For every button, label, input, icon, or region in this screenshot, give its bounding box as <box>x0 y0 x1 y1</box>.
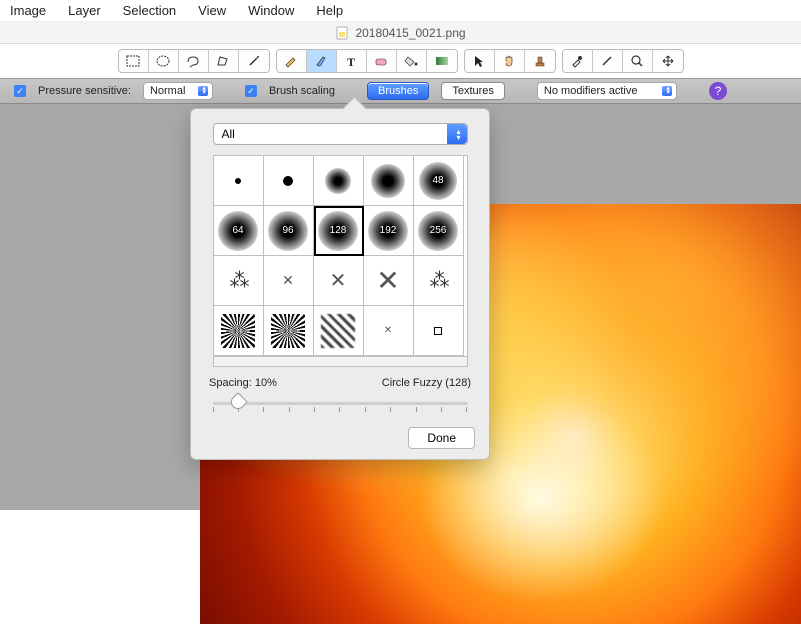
modifiers-select[interactable]: No modifiers active▴▾ <box>537 82 677 100</box>
brush-preview-icon <box>283 176 293 186</box>
brush-cell[interactable] <box>214 306 264 356</box>
brush-cell[interactable]: ✕ <box>364 256 414 306</box>
brush-preview-icon: ✕ <box>330 268 347 293</box>
titlebar: 20180415_0021.png <box>0 22 801 44</box>
brush-preview-icon: ✕ <box>282 272 294 289</box>
brush-tool[interactable] <box>307 50 337 72</box>
brush-grid: 48 6496128192256 ⁂ ✕ ✕ ✕ ⁂ ✕ <box>213 155 468 367</box>
brush-preview-icon <box>221 314 255 348</box>
brush-preview-icon <box>325 168 351 194</box>
menu-layer[interactable]: Layer <box>68 3 101 18</box>
brush-cell[interactable]: ⁂ <box>414 256 464 306</box>
crop-tool[interactable] <box>593 50 623 72</box>
brush-cell[interactable]: 48 <box>414 156 464 206</box>
brush-cell[interactable]: 64 <box>214 206 264 256</box>
brush-preview-icon <box>434 327 442 335</box>
brush-cell[interactable] <box>314 156 364 206</box>
eyedropper-tool[interactable] <box>563 50 593 72</box>
brush-preview-icon: 64 <box>218 211 258 251</box>
menu-help[interactable]: Help <box>316 3 343 18</box>
spacing-slider[interactable] <box>213 393 468 413</box>
brush-cell[interactable] <box>264 306 314 356</box>
brush-preview-icon <box>271 314 305 348</box>
rect-select-tool[interactable] <box>119 50 149 72</box>
stamp-tool[interactable] <box>525 50 555 72</box>
brush-preview-icon: 192 <box>368 211 408 251</box>
brush-cell[interactable] <box>214 156 264 206</box>
lasso-tool[interactable] <box>179 50 209 72</box>
brush-scrollbar[interactable] <box>214 356 467 366</box>
brush-preview-icon: 96 <box>268 211 308 251</box>
brush-preview-icon <box>235 178 241 184</box>
brushes-popover: All▴▾ 48 6496128192256 ⁂ ✕ ✕ ✕ ⁂ ✕ Spacing: 10%… <box>190 108 490 460</box>
paint-tools: T <box>276 49 458 73</box>
svg-text:T: T <box>347 55 355 68</box>
brush-preview-icon <box>371 164 405 198</box>
done-button[interactable]: Done <box>408 427 475 449</box>
menu-selection[interactable]: Selection <box>123 3 176 18</box>
brush-cell[interactable] <box>364 156 414 206</box>
brush-cell[interactable]: 128 <box>314 206 364 256</box>
brush-preview-icon: 48 <box>419 162 457 200</box>
pointer-tool[interactable] <box>465 50 495 72</box>
brush-preview-icon: ✕ <box>384 325 392 336</box>
textures-button[interactable]: Textures <box>441 82 505 100</box>
pressure-label: Pressure sensitive: <box>38 85 131 97</box>
pressure-checkbox[interactable] <box>14 85 26 97</box>
brush-cell[interactable]: ✕ <box>314 256 364 306</box>
document-icon <box>335 26 349 40</box>
menu-window[interactable]: Window <box>248 3 294 18</box>
brush-preview-icon: 256 <box>418 211 458 251</box>
pencil-tool[interactable] <box>277 50 307 72</box>
brush-cell[interactable]: ✕ <box>264 256 314 306</box>
util-tools <box>562 49 684 73</box>
brush-cell[interactable]: ⁂ <box>214 256 264 306</box>
hand-tool[interactable] <box>495 50 525 72</box>
brush-cell[interactable] <box>314 306 364 356</box>
brush-cell[interactable]: 96 <box>264 206 314 256</box>
menu-view[interactable]: View <box>198 3 226 18</box>
spacing-label: Spacing: 10% <box>209 377 277 389</box>
pressure-mode-select[interactable]: Normal▴▾ <box>143 82 213 100</box>
brush-category-select[interactable]: All▴▾ <box>213 123 468 145</box>
brush-cell[interactable] <box>414 306 464 356</box>
wand-tool[interactable] <box>239 50 269 72</box>
brush-preview-icon <box>321 314 355 348</box>
options-bar: Pressure sensitive: Normal▴▾ Brush scali… <box>0 78 801 104</box>
polygon-lasso-tool[interactable] <box>209 50 239 72</box>
menubar: Image Layer Selection View Window Help <box>0 0 801 22</box>
brush-preview-icon: ⁂ <box>430 268 447 293</box>
ellipse-select-tool[interactable] <box>149 50 179 72</box>
menu-image[interactable]: Image <box>10 3 46 18</box>
bucket-tool[interactable] <box>397 50 427 72</box>
nav-tools <box>464 49 556 73</box>
toolbar: T <box>0 44 801 78</box>
brush-cell[interactable]: 192 <box>364 206 414 256</box>
selection-tools <box>118 49 270 73</box>
selected-brush-label: Circle Fuzzy (128) <box>382 377 471 389</box>
gradient-tool[interactable] <box>427 50 457 72</box>
text-tool[interactable]: T <box>337 50 367 72</box>
brush-cell[interactable]: ✕ <box>364 306 414 356</box>
brush-scaling-label: Brush scaling <box>269 85 335 97</box>
zoom-tool[interactable] <box>623 50 653 72</box>
brush-preview-icon: 128 <box>318 211 358 251</box>
brush-cell[interactable] <box>264 156 314 206</box>
brush-preview-icon: ⁂ <box>230 268 247 293</box>
document-title: 20180415_0021.png <box>355 26 465 40</box>
brush-scaling-checkbox[interactable] <box>245 85 257 97</box>
eraser-tool[interactable] <box>367 50 397 72</box>
brush-preview-icon: ✕ <box>376 264 399 297</box>
brush-cell[interactable]: 256 <box>414 206 464 256</box>
move-tool[interactable] <box>653 50 683 72</box>
help-button[interactable]: ? <box>709 82 727 100</box>
brushes-button[interactable]: Brushes <box>367 82 429 100</box>
